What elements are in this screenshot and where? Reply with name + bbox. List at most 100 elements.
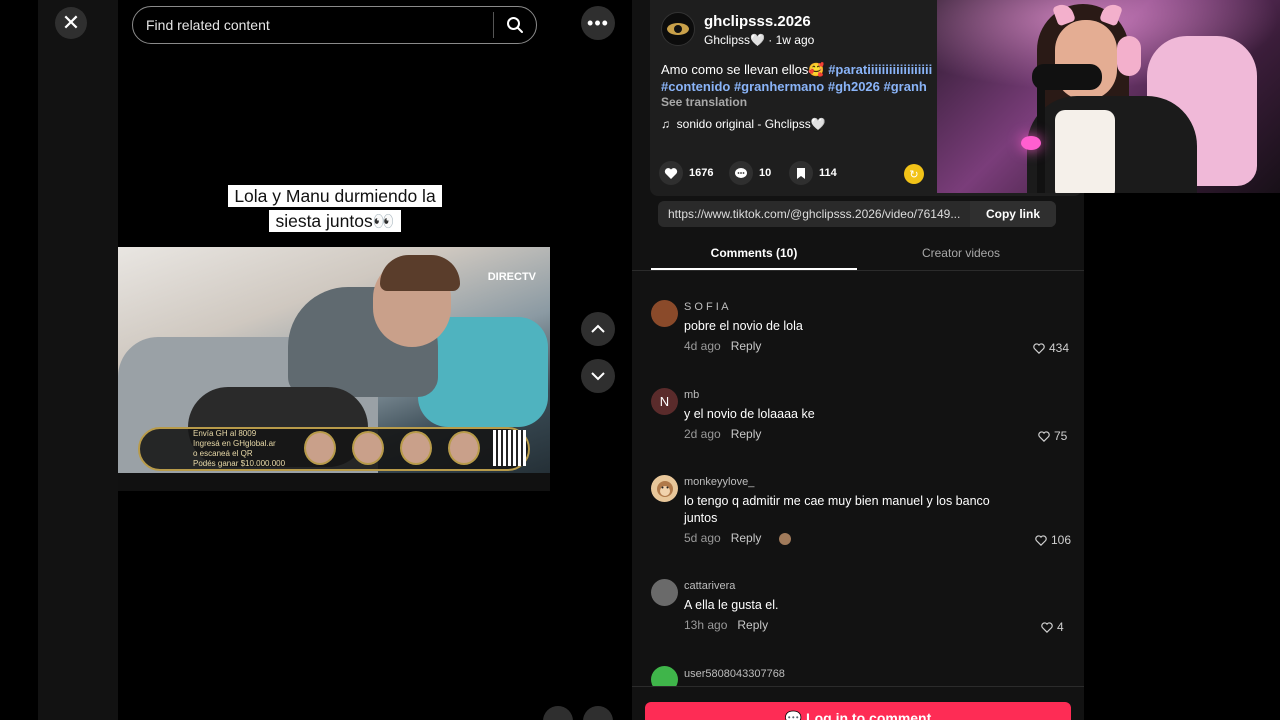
comment-item: monkeyylove_ lo tengo q admitir me cae m… [651,475,1081,550]
share-coin-icon[interactable]: ↻ [904,164,924,184]
hashtag-links[interactable]: #contenido #granhermano #gh2026 #granh [661,78,937,95]
search-bar [132,6,537,44]
bookmark-icon [789,161,813,185]
comment-meta: 13h ago Reply [684,618,768,632]
video-url: https://www.tiktok.com/@ghclipsss.2026/v… [668,207,961,221]
like-button[interactable]: 1676 [659,161,713,185]
comment-like-count: 106 [1051,533,1072,547]
comment-text: A ella le gusta el. [684,598,779,612]
comment-time: 5d ago [684,531,721,545]
comment-item: user5808043307768 [651,666,1081,693]
heart-outline-icon [1035,534,1047,546]
video-caption: Lola y Manu durmiendo la siesta juntos👀 [218,184,452,234]
sound-link[interactable]: ♫ sonido original - Ghclipss🤍 [661,117,826,131]
banner-line-3: o escaneá el QR [193,449,253,458]
reply-button[interactable]: Reply [731,339,762,353]
comment-username[interactable]: S O F I A [684,301,729,313]
comment-meta: 4d ago Reply [684,339,761,353]
video-frame[interactable]: DIRECTV Envía GH al 8009 Ingresá en GHgl… [118,247,550,491]
comment-username[interactable]: mb [684,389,699,401]
tab-underline [651,268,857,270]
chevron-down-icon [591,372,605,381]
comment-meta: 5d ago Reply [684,531,791,545]
copy-link-button[interactable]: Copy link [970,201,1056,227]
save-button[interactable]: 114 [789,161,837,185]
video-caption-text: Lola y Manu durmiendo la siesta juntos👀 [228,185,442,232]
tab-creator-videos[interactable]: Creator videos [858,246,1064,260]
sound-name: sonido original - Ghclipss🤍 [676,117,826,131]
banner-face [400,431,432,465]
see-translation-link[interactable]: See translation [661,95,747,109]
tab-comments[interactable]: Comments (10) [651,246,857,260]
video-man-hair [380,255,460,291]
post-description-line-1: Amo como se llevan ellos🥰 #paratiiiiiiii… [661,61,937,78]
music-note-icon: ♫ [661,117,670,131]
reply-button[interactable]: Reply [731,531,762,545]
previous-video-button[interactable] [581,312,615,346]
heart-outline-icon [1033,342,1045,354]
tab-bar: Comments (10) Creator videos [632,240,1084,271]
creator-liked-icon [778,532,791,545]
comment-time: 4d ago [684,339,721,353]
comment-avatar[interactable]: N [651,388,678,415]
comment-time: 13h ago [684,618,728,632]
comment-avatar[interactable] [651,300,678,327]
link-box: https://www.tiktok.com/@ghclipsss.2026/v… [658,201,1056,227]
streamer-apron [1055,110,1115,193]
banner-line-2: Ingresá en GHglobal.ar [193,439,276,448]
post-description: Amo como se llevan ellos🥰 #paratiiiiiiii… [661,61,937,95]
login-to-comment-button[interactable]: 💬 Log in to comment [645,702,1071,720]
more-icon: ••• [587,12,609,33]
comment-like-button[interactable]: 4 [1041,620,1064,634]
comment-text: lo tengo q admitir me cae muy bien manue… [684,494,990,525]
qr-code [493,430,526,466]
volume-button[interactable] [583,706,613,720]
chevron-up-icon [591,324,605,333]
led-glow [1021,136,1041,150]
heart-icon [659,161,683,185]
comment-like-button[interactable]: 434 [1033,341,1069,355]
comment-item: cattarivera A ella le gusta el. 13h ago R… [651,579,1081,639]
comment-like-button[interactable]: 106 [1035,533,1071,547]
heart-outline-icon [1038,430,1050,442]
hashtag-link[interactable]: #paratiiiiiiiiiiiiiiiiii [828,62,932,77]
reply-button[interactable]: Reply [731,427,762,441]
author-avatar[interactable] [661,12,695,46]
comment-username[interactable]: cattarivera [684,580,735,592]
close-icon: ✕ [61,10,81,35]
close-button[interactable]: ✕ [55,7,87,39]
monkey-avatar-icon [656,480,673,497]
heart-outline-icon [1041,621,1053,633]
player-controls [543,706,623,720]
picture-in-picture-button[interactable] [543,706,573,720]
login-label: Log in to comment [806,710,932,720]
comment-item: N mb y el novio de lolaaaa ke 2d ago Repl… [651,388,1081,448]
comment-avatar[interactable] [651,475,678,502]
video-ticker [118,473,550,491]
banner-face [448,431,480,465]
next-video-button[interactable] [581,359,615,393]
headphones [1117,36,1141,76]
comment-avatar[interactable] [651,579,678,606]
like-count: 1676 [689,167,714,179]
author-name[interactable]: ghclipsss.2026 [704,13,811,30]
author-subtitle: Ghclipss🤍 · 1w ago [704,33,815,47]
comment-text: y el novio de lolaaaa ke [684,407,815,421]
search-icon [507,17,523,33]
comment-icon [729,161,753,185]
comment-username[interactable]: monkeyylove_ [684,476,754,488]
banner-face [304,431,336,465]
save-count: 114 [819,167,837,179]
search-input[interactable] [133,17,493,33]
banner-line-1: Envía GH al 8009 [193,429,257,438]
comment-username[interactable]: user5808043307768 [684,668,785,680]
more-options-button[interactable]: ••• [581,6,615,40]
comment-count: 10 [759,167,772,179]
comment-like-button[interactable]: 75 [1038,429,1067,443]
comment-like-count: 75 [1054,429,1068,443]
comment-button[interactable]: 10 [729,161,771,185]
search-button[interactable] [494,7,536,43]
reply-button[interactable]: Reply [737,618,768,632]
streamer-webcam [937,0,1280,193]
comment-text: pobre el novio de lola [684,319,803,333]
